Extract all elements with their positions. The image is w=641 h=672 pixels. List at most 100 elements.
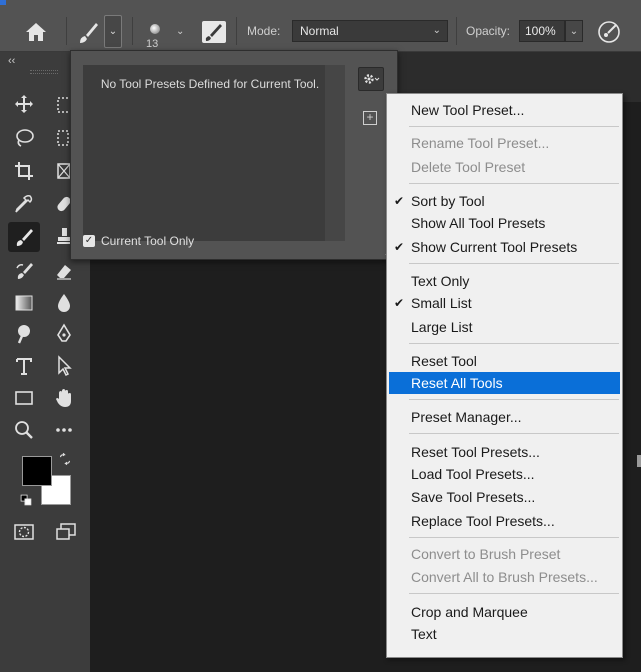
menu-item-label: Text Only	[411, 273, 470, 289]
menu-item-convert-to-brush-preset: Convert to Brush Preset	[389, 543, 620, 565]
collapse-panel-icon[interactable]: ‹‹	[8, 55, 15, 67]
menu-item-preset-manager[interactable]: Preset Manager...	[389, 406, 620, 428]
menu-item-show-current-tool-presets[interactable]: ✔ Show Current Tool Presets	[389, 236, 620, 258]
brush-tip-preview-icon[interactable]	[150, 24, 160, 34]
menu-item-label: Convert to Brush Preset	[411, 546, 561, 562]
menu-separator	[409, 537, 619, 538]
canvas-edge-marker	[637, 455, 641, 467]
rectangle-tool-icon[interactable]	[10, 384, 38, 412]
title-strip	[0, 0, 641, 8]
checkmark-icon: ✔	[394, 296, 405, 310]
history-brush-tool-icon[interactable]	[10, 257, 38, 285]
menu-item-load-tool-presets[interactable]: Load Tool Presets...	[389, 463, 620, 485]
menu-item-save-tool-presets[interactable]: Save Tool Presets...	[389, 486, 620, 508]
divider	[66, 17, 67, 45]
menu-item-reset-all-tools[interactable]: Reset All Tools	[389, 372, 620, 394]
menu-item-label: Show All Tool Presets	[411, 215, 546, 231]
menu-item-large-list[interactable]: Large List	[389, 316, 620, 338]
menu-item-label: Reset Tool Presets...	[411, 444, 540, 460]
menu-item-delete-tool-preset: Delete Tool Preset	[389, 156, 620, 178]
menu-item-label: Load Tool Presets...	[411, 466, 535, 482]
path-selection-tool-icon[interactable]	[50, 352, 78, 380]
menu-item-label: Rename Tool Preset...	[411, 135, 550, 151]
pen-tool-icon[interactable]	[50, 320, 78, 348]
menu-separator	[409, 343, 619, 344]
blend-mode-select[interactable]: Normal ⌄	[292, 20, 448, 42]
menu-separator	[409, 126, 619, 127]
gear-icon[interactable]	[358, 67, 384, 91]
brush-picker-chevron-icon[interactable]: ⌄	[176, 26, 184, 37]
zoom-tool-icon[interactable]	[10, 416, 38, 444]
current-tool-only-label: Current Tool Only	[101, 234, 195, 248]
eraser-tool-icon[interactable]	[50, 257, 78, 285]
menu-item-label: Replace Tool Presets...	[411, 513, 555, 529]
gradient-tool-icon[interactable]	[10, 289, 38, 317]
brush-size-value: 13	[146, 38, 159, 50]
opacity-input[interactable]: 100%	[519, 20, 565, 42]
move-tool-icon[interactable]	[10, 90, 38, 118]
presets-flyout-menu: New Tool Preset... Rename Tool Preset...…	[386, 93, 623, 658]
current-tool-only-checkbox[interactable]: ✓ Current Tool Only	[83, 234, 194, 248]
pressure-opacity-icon[interactable]	[596, 19, 622, 45]
mode-label: Mode:	[247, 24, 281, 38]
lasso-tool-icon[interactable]	[10, 124, 38, 152]
quick-mask-icon[interactable]	[10, 518, 38, 546]
menu-item-text-only[interactable]: Text Only	[389, 270, 620, 292]
app-icon	[0, 0, 6, 5]
screen-mode-icon[interactable]	[52, 518, 80, 546]
menu-separator	[409, 183, 619, 184]
divider	[456, 17, 457, 45]
swap-colors-icon[interactable]	[56, 450, 74, 468]
menu-item-rename-tool-preset: Rename Tool Preset...	[389, 132, 620, 154]
menu-item-label: Show Current Tool Presets	[411, 239, 578, 255]
hand-tool-icon[interactable]	[50, 384, 78, 412]
brush-settings-toggle-icon[interactable]	[202, 21, 226, 43]
dodge-tool-icon[interactable]	[10, 320, 38, 348]
menu-item-reset-tool[interactable]: Reset Tool	[389, 350, 620, 372]
default-colors-icon[interactable]	[18, 492, 34, 508]
menu-separator	[409, 593, 619, 594]
new-preset-icon[interactable]: +	[363, 111, 377, 125]
menu-item-label: New Tool Preset...	[411, 102, 525, 118]
brush-tool-selected-icon[interactable]	[8, 222, 40, 252]
divider	[132, 17, 133, 45]
menu-item-label: Convert All to Brush Presets...	[411, 569, 598, 585]
menu-separator	[409, 263, 619, 264]
opacity-slider-dropdown[interactable]: ⌄	[565, 20, 583, 42]
brush-tool-icon[interactable]	[76, 20, 100, 46]
checkmark-icon: ✔	[394, 240, 405, 254]
menu-item-small-list[interactable]: ✔ Small List	[389, 292, 620, 314]
menu-item-show-all-tool-presets[interactable]: Show All Tool Presets	[389, 212, 620, 234]
chevron-down-icon: ⌄	[432, 25, 441, 36]
menu-item-text[interactable]: Text	[389, 623, 620, 645]
menu-item-label: Reset All Tools	[411, 375, 503, 391]
checkmark-icon: ✔	[394, 194, 405, 208]
menu-item-label: Delete Tool Preset	[411, 159, 526, 175]
preset-list-scrollbar[interactable]	[325, 65, 345, 241]
eyedropper-tool-icon[interactable]	[10, 190, 38, 218]
menu-item-label: Sort by Tool	[411, 193, 485, 209]
tool-presets-panel: No Tool Presets Defined for Current Tool…	[70, 50, 398, 260]
menu-item-label: Large List	[411, 319, 473, 335]
menu-item-label: Crop and Marquee	[411, 604, 528, 620]
tool-preset-picker-dropdown[interactable]: ⌄	[104, 15, 122, 48]
menu-item-label: Save Tool Presets...	[411, 489, 536, 505]
options-bar: ⌄ 13 ⌄ Mode: Normal ⌄ Opacity: 100% ⌄	[0, 8, 641, 52]
more-tools-icon[interactable]	[50, 416, 78, 444]
type-tool-icon[interactable]	[10, 352, 38, 380]
menu-separator	[409, 433, 619, 434]
menu-separator	[409, 399, 619, 400]
menu-item-label: Small List	[411, 295, 472, 311]
menu-item-sort-by-tool[interactable]: ✔ Sort by Tool	[389, 190, 620, 212]
menu-item-label: Reset Tool	[411, 353, 477, 369]
panel-grip[interactable]	[30, 70, 58, 74]
menu-item-reset-tool-presets[interactable]: Reset Tool Presets...	[389, 441, 620, 463]
menu-item-crop-and-marquee[interactable]: Crop and Marquee	[389, 601, 620, 623]
foreground-color-swatch[interactable]	[22, 456, 52, 486]
home-icon[interactable]	[18, 20, 54, 44]
menu-item-new-tool-preset[interactable]: New Tool Preset...	[389, 99, 620, 121]
menu-item-replace-tool-presets[interactable]: Replace Tool Presets...	[389, 510, 620, 532]
crop-tool-icon[interactable]	[10, 157, 38, 185]
blend-mode-value: Normal	[300, 24, 339, 38]
blur-tool-icon[interactable]	[50, 289, 78, 317]
